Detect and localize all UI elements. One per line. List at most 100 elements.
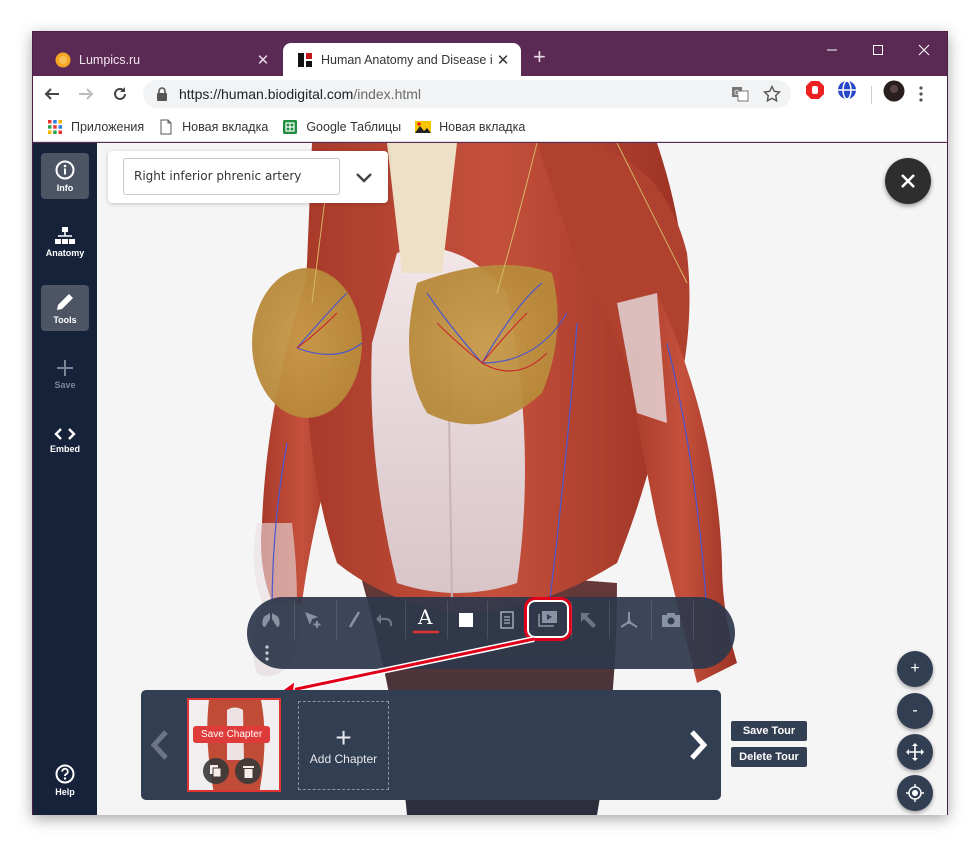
close-window-icon[interactable] <box>901 36 947 64</box>
trash-icon <box>242 765 254 778</box>
delete-chapter-button[interactable] <box>235 758 261 784</box>
undo-icon <box>376 614 393 626</box>
bookmark-new-tab-2[interactable]: Новая вкладка <box>415 119 525 135</box>
sidebar-item-info[interactable]: Info <box>41 153 89 199</box>
tab-strip: Lumpics.ru ✕ Human Anatomy and Disease i… <box>33 32 947 76</box>
tool-tour[interactable] <box>524 597 572 641</box>
window-controls <box>809 36 947 64</box>
select-add-icon <box>305 612 321 628</box>
save-chapter-button[interactable]: Save Chapter <box>193 726 271 743</box>
lock-icon <box>157 87 167 101</box>
tab-title: Human Anatomy and Disease in I <box>321 52 493 67</box>
profile-avatar[interactable] <box>883 80 905 102</box>
help-icon <box>55 764 75 783</box>
arrow-left-icon <box>44 88 59 100</box>
tool-select-add[interactable] <box>293 602 333 638</box>
address-bar[interactable]: https://human.biodigital.com/index.html … <box>143 80 791 108</box>
duplicate-chapter-button[interactable] <box>203 758 229 784</box>
sidebar-item-save[interactable]: Save <box>41 351 89 397</box>
tab-biodigital[interactable]: Human Anatomy and Disease in I ✕ <box>283 43 521 76</box>
save-tour-button[interactable]: Save Tour <box>731 721 807 741</box>
image-icon <box>415 120 432 133</box>
sidebar-item-embed[interactable]: Embed <box>41 417 89 463</box>
sidebar-item-label: Save <box>54 379 76 390</box>
sidebar-item-help[interactable]: Help <box>41 757 89 803</box>
bookmark-apps[interactable]: Приложения <box>47 119 144 135</box>
tab-close-icon[interactable]: ✕ <box>493 51 513 69</box>
hierarchy-icon <box>55 226 75 244</box>
pen-icon <box>348 611 361 628</box>
3d-viewer[interactable]: Right inferior phrenic artery A Save Cha… <box>97 143 947 815</box>
lungs-icon <box>262 613 280 627</box>
url-text: https://human.biodigital.com/index.html <box>179 86 421 102</box>
vpn-globe-icon[interactable] <box>837 80 857 100</box>
chevron-left-icon[interactable] <box>151 730 169 760</box>
reload-button[interactable] <box>105 79 135 109</box>
maximize-icon[interactable] <box>855 36 901 64</box>
tool-text[interactable]: A <box>406 602 446 638</box>
bookmarks-bar: Приложения Новая вкладка Google Таблицы … <box>33 112 947 142</box>
axes-icon <box>620 612 638 628</box>
bookmark-google-sheets[interactable]: Google Таблицы <box>282 119 401 135</box>
center-view-button[interactable] <box>897 775 933 811</box>
tool-undo[interactable] <box>364 602 404 638</box>
sidebar-item-label: Help <box>55 786 75 797</box>
bookmark-label: Google Таблицы <box>306 119 402 134</box>
back-button[interactable] <box>37 79 67 109</box>
close-tools-button[interactable] <box>885 158 931 204</box>
bookmark-new-tab-1[interactable]: Новая вкладка <box>158 119 268 135</box>
chevron-right-icon[interactable] <box>689 730 707 760</box>
pan-button[interactable] <box>897 734 933 770</box>
code-icon <box>54 427 76 440</box>
tab-title: Lumpics.ru <box>79 52 141 67</box>
sheets-icon <box>283 119 298 134</box>
tool-arrow[interactable] <box>568 602 608 638</box>
browser-toolbar: https://human.biodigital.com/index.html … <box>33 76 947 112</box>
chapters-panel: Save Chapter + Add Chapter <box>141 690 721 800</box>
arrow-right-icon <box>79 88 94 100</box>
tool-notes[interactable] <box>487 602 527 638</box>
tool-axes[interactable] <box>609 602 649 638</box>
sidebar-item-anatomy[interactable]: Anatomy <box>41 219 89 265</box>
zoom-out-button[interactable]: - <box>897 693 933 729</box>
arrow-icon <box>581 613 596 628</box>
tools-toolbar: A <box>247 597 735 669</box>
sidebar: Info Anatomy Tools Save Embed Help <box>33 143 97 815</box>
tool-camera[interactable] <box>651 602 691 638</box>
sidebar-item-tools[interactable]: Tools <box>41 285 89 331</box>
search-card: Right inferior phrenic artery <box>108 151 388 203</box>
new-tab-button[interactable]: + <box>533 46 546 68</box>
chapter-preview-image <box>207 700 265 790</box>
forward-button[interactable] <box>71 79 101 109</box>
chevron-down-icon[interactable] <box>352 165 376 189</box>
menu-kebab-icon[interactable] <box>919 86 923 102</box>
plus-icon: + <box>335 721 352 753</box>
star-icon[interactable] <box>763 85 781 103</box>
bookmark-label: Новая вкладка <box>439 119 526 134</box>
tab-lumpics[interactable]: Lumpics.ru ✕ <box>41 43 281 76</box>
zoom-in-button[interactable]: + <box>897 651 933 687</box>
minimize-icon[interactable] <box>809 36 855 64</box>
chapter-thumbnail[interactable]: Save Chapter <box>187 698 281 792</box>
tool-square[interactable] <box>446 602 486 638</box>
add-chapter-button[interactable]: + Add Chapter <box>298 701 389 790</box>
toolbar-divider <box>871 86 872 104</box>
anatomy-search-input[interactable]: Right inferior phrenic artery <box>123 158 340 195</box>
apps-grid-icon <box>48 119 62 134</box>
notes-icon <box>500 611 514 629</box>
copy-icon <box>210 764 222 777</box>
url-path: /index.html <box>353 86 422 102</box>
more-options-icon[interactable] <box>265 645 269 666</box>
sidebar-item-label: Anatomy <box>45 247 85 258</box>
tab-close-icon[interactable]: ✕ <box>253 51 273 69</box>
biodigital-logo-icon <box>298 52 312 67</box>
translate-icon[interactable]: G <box>731 85 749 103</box>
pencil-icon <box>57 293 73 310</box>
delete-tour-button[interactable]: Delete Tour <box>731 747 807 767</box>
reload-icon <box>114 87 126 100</box>
orange-circle-icon <box>55 52 71 67</box>
tool-lungs[interactable] <box>251 602 291 638</box>
adblock-icon[interactable] <box>805 80 825 100</box>
plus-icon <box>57 359 73 376</box>
info-icon <box>55 160 75 179</box>
